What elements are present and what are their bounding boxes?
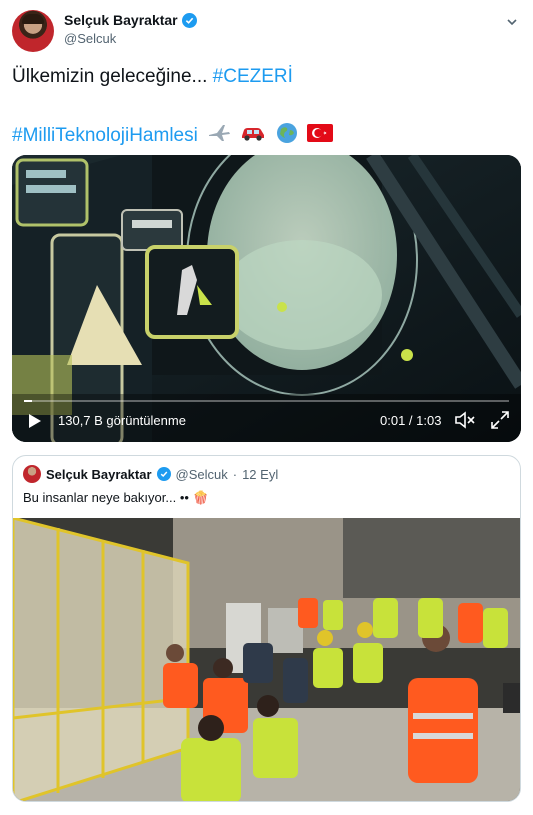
quoted-avatar: [23, 465, 41, 483]
airplane-emoji: [207, 123, 231, 149]
car-emoji: [240, 124, 266, 148]
quoted-date: 12 Eyl: [242, 466, 279, 482]
tweet-header: Selçuk Bayraktar @Selcuk: [12, 8, 522, 54]
avatar[interactable]: [12, 10, 54, 52]
play-icon[interactable]: [28, 413, 42, 429]
quoted-tweet[interactable]: Selçuk Bayraktar @Selcuk · 12 Eyl Bu ins…: [12, 455, 521, 802]
globe-emoji: [276, 122, 298, 150]
tweet-text-line-2: #MilliTeknolojiHamlesi: [12, 122, 333, 150]
quoted-verified-badge-icon: [156, 467, 171, 481]
video-progress-bar[interactable]: [24, 400, 509, 402]
chevron-down-icon[interactable]: [504, 14, 520, 30]
verified-badge-icon: [181, 12, 197, 28]
quoted-photo[interactable]: [13, 518, 521, 802]
hashtag-cezeri[interactable]: #CEZERİ: [213, 66, 293, 87]
tweet-text: Ülkemizin geleceğine...: [12, 66, 213, 87]
view-count: 130,7 B görüntülenme: [58, 413, 186, 428]
author-name[interactable]: Selçuk Bayraktar: [64, 12, 178, 28]
quoted-author-name: Selçuk Bayraktar: [46, 466, 152, 482]
mute-icon[interactable]: [454, 410, 476, 430]
fullscreen-icon[interactable]: [490, 410, 510, 430]
video-player[interactable]: 130,7 B görüntülenme 0:01 / 1:03: [12, 155, 521, 442]
video-controls: 130,7 B görüntülenme 0:01 / 1:03: [12, 394, 521, 442]
quoted-tweet-header: Selçuk Bayraktar @Selcuk · 12 Eyl: [23, 465, 278, 483]
quoted-separator: ·: [232, 466, 238, 482]
quoted-author-handle: @Selcuk: [175, 466, 228, 482]
author-name-row: Selçuk Bayraktar: [64, 12, 197, 28]
hashtag-milli-teknoloji[interactable]: #MilliTeknolojiHamlesi: [12, 125, 198, 146]
video-progress-fill: [24, 400, 32, 402]
video-time: 0:01 / 1:03: [380, 413, 442, 428]
author-handle[interactable]: @Selcuk: [64, 31, 116, 46]
tweet-text-line-1: Ülkemizin geleceğine... #CEZERİ: [12, 66, 293, 88]
quoted-tweet-text: Bu insanlar neye bakıyor... •• 🍿: [23, 490, 209, 505]
turkey-flag-emoji: [306, 124, 333, 148]
